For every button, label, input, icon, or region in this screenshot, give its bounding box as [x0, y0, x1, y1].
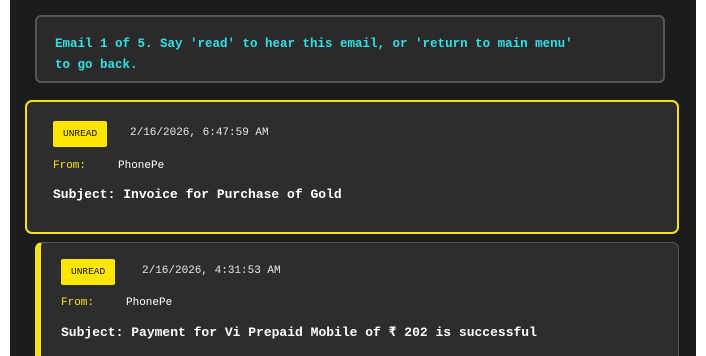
sender-name: PhonePe [126, 297, 173, 309]
from-label: From: [53, 160, 87, 172]
unread-badge: UNREAD [61, 259, 116, 285]
voice-prompt-line-2: to go back. [55, 58, 138, 72]
email-card[interactable]: UNREAD 2/16/2026, 6:47:59 AM From: Phone… [25, 100, 679, 234]
unread-badge: UNREAD [53, 121, 108, 147]
email-subject: Subject: Invoice for Purchase of Gold [53, 187, 342, 202]
sender-name: PhonePe [118, 160, 165, 172]
email-timestamp: 2/16/2026, 4:31:53 AM [142, 265, 281, 277]
from-label: From: [61, 297, 95, 309]
voice-prompt-line-1: Email 1 of 5. Say 'read' to hear this em… [55, 37, 573, 51]
email-timestamp: 2/16/2026, 6:47:59 AM [130, 127, 269, 139]
voice-prompt-box: Email 1 of 5. Say 'read' to hear this em… [35, 15, 665, 83]
app-frame: Email 1 of 5. Say 'read' to hear this em… [10, 0, 696, 356]
email-card[interactable]: UNREAD 2/16/2026, 4:31:53 AM From: Phone… [35, 242, 679, 356]
email-subject: Subject: Payment for Vi Prepaid Mobile o… [61, 325, 537, 340]
